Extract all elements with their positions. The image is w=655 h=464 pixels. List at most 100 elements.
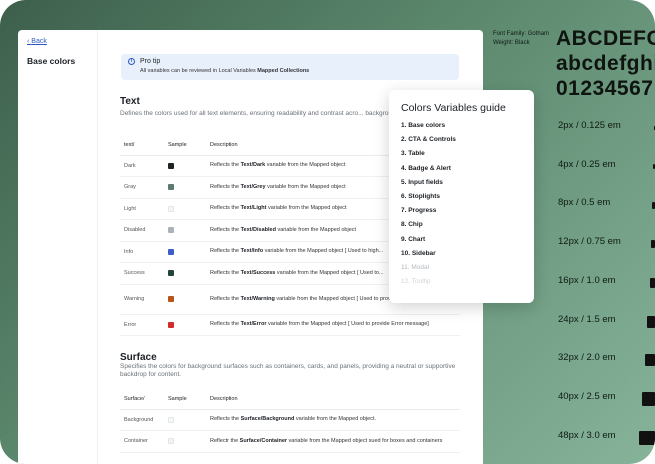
type-scale-label: 2px / 0.125 em — [558, 120, 621, 131]
font-family-value: Gotham — [527, 31, 550, 37]
type-scale-label: 32px / 2.0 em — [558, 352, 616, 364]
guide-item[interactable]: 1. Base colors — [401, 122, 456, 136]
color-name: Success — [120, 262, 164, 285]
sample-cell — [164, 155, 206, 177]
type-scale-row: 48px / 3.0 em — [558, 428, 655, 445]
document-sidebar: ‹ Back Base colors — [18, 30, 98, 464]
description-prefix: Reflects the — [210, 295, 241, 302]
table-row: Background Reflects the Surface/Backgroun… — [120, 409, 460, 431]
color-description: Reflects the Text/Error variable from th… — [206, 314, 460, 336]
sample-cell — [164, 409, 206, 431]
color-name: Container — [120, 430, 164, 453]
color-name: Disabled — [120, 219, 164, 242]
variable-name: Text/Warning — [240, 295, 275, 302]
colors-variables-guide: Colors Variables guide 1. Base colors 2. … — [389, 90, 534, 303]
font-weight-value: Black — [514, 40, 530, 46]
color-swatch — [168, 248, 174, 255]
color-name: Info — [120, 241, 164, 263]
guide-item[interactable]: 8. Chip — [401, 221, 456, 235]
sample-cell — [164, 176, 206, 199]
guide-item[interactable]: 5. Input fields — [401, 179, 456, 193]
description-prefix: Reflects the — [210, 162, 241, 169]
font-weight-label: Weight: — [493, 40, 514, 46]
column-header-name: text/ — [120, 136, 164, 156]
type-scale-row: 24px / 1.5 em — [558, 312, 655, 328]
color-swatch — [168, 416, 174, 423]
table-row: Container Reflectr the Surface/Container … — [120, 430, 460, 453]
variable-name: Text/Disabled — [240, 226, 276, 233]
description-prefix: Reflectr the — [210, 437, 240, 444]
description-suffix: variable from the Mapped object — [265, 183, 346, 190]
color-swatch — [168, 184, 174, 191]
color-name: Dark — [120, 155, 164, 177]
color-name: Gray — [120, 176, 164, 199]
description-prefix: Reflects the — [210, 183, 241, 190]
guide-item[interactable]: 2. CTA & Controls — [401, 136, 456, 150]
variable-name: Text/Dark — [240, 162, 266, 169]
guide-title: Colors Variables guide — [401, 102, 506, 114]
guide-item[interactable]: 4. Badge & Alert — [401, 165, 456, 179]
description-suffix: variable from the Mapped object sued for… — [287, 437, 443, 444]
color-name: Light — [120, 198, 164, 220]
description-prefix: Reflects the — [210, 248, 241, 255]
glyphs-uppercase: ABCDEFG — [556, 27, 655, 50]
glyph-specimen: ABCDEFG abcdefghi 01234567 — [556, 26, 655, 101]
column-header-description: Description — [206, 390, 460, 410]
pro-tip-text-prefix: All variables can be reviewed in Local V… — [140, 68, 258, 74]
type-scale-bar — [647, 315, 655, 328]
guide-fade-overlay — [389, 269, 534, 303]
type-scale-label: 48px / 3.0 em — [558, 429, 616, 441]
variable-name: Text/Info — [240, 248, 264, 255]
type-scale-row: 32px / 2.0 em — [558, 350, 655, 367]
surface-colors-table: Surface/ Sample Description Background Re… — [120, 390, 460, 453]
table-header-row: Surface/ Sample Description — [120, 390, 460, 410]
workspace-backdrop: Font Family: Gotham Weight: Black ABCDEF… — [0, 0, 655, 464]
variable-name: Surface/Background — [240, 416, 295, 423]
color-swatch — [168, 270, 174, 277]
type-scale-row: 40px / 2.5 em — [558, 389, 655, 406]
guide-item[interactable]: 10. Sidebar — [401, 250, 456, 264]
sample-cell — [164, 219, 206, 242]
type-scale-bar — [639, 430, 655, 445]
sample-cell — [164, 314, 206, 336]
glyphs-numerals: 01234567 — [556, 77, 654, 100]
color-name: Background — [120, 409, 164, 431]
color-description: Reflects the Surface/Background variable… — [206, 409, 460, 431]
pro-tip-title: Pro tip — [140, 58, 161, 65]
guide-item[interactable]: 6. Stoplights — [401, 193, 456, 207]
color-swatch — [168, 321, 174, 328]
type-scale-bar — [650, 277, 655, 288]
guide-item[interactable]: 3. Table — [401, 150, 456, 164]
type-scale-label: 12px / 0.75 em — [558, 236, 621, 248]
description-suffix: variable from the Mapped object. — [294, 416, 377, 423]
back-link[interactable]: ‹ Back — [27, 38, 47, 45]
text-section-title: Text — [120, 96, 140, 107]
column-header-sample: Sample — [164, 136, 206, 156]
info-icon: i — [128, 58, 135, 65]
sample-cell — [164, 430, 206, 453]
surface-section-description: Specifies the colors for background surf… — [120, 363, 456, 378]
type-scale-bar — [645, 354, 655, 367]
description-prefix: Reflects the — [210, 416, 241, 423]
column-header-name: Surface/ — [120, 390, 164, 410]
color-swatch — [168, 162, 174, 169]
type-scale-label: 8px / 0.5 em — [558, 197, 611, 209]
description-suffix: variable from the Mapped object [ Used t… — [275, 269, 384, 276]
color-description: Reflectr the Surface/Container variable … — [206, 430, 460, 453]
pro-tip-text-bold: Mapped Collections — [257, 68, 310, 74]
type-scale-bar — [642, 391, 655, 406]
pro-tip-callout: i Pro tip All variables can be reviewed … — [121, 54, 459, 80]
type-scale-label: 4px / 0.25 em — [558, 158, 616, 170]
variable-name: Text/Grey — [240, 183, 266, 190]
description-suffix: variable from the Mapped object — [275, 226, 357, 233]
guide-item[interactable]: 9. Chart — [401, 236, 456, 250]
color-swatch — [168, 438, 174, 445]
variable-name: Surface/Container — [239, 437, 288, 444]
guide-item[interactable]: 7. Progress — [401, 207, 456, 221]
sample-cell — [164, 241, 206, 263]
sample-cell — [164, 262, 206, 285]
description-suffix: variable from the Mapped object — [266, 205, 347, 212]
table-row: Error Reflects the Text/Error variable fr… — [120, 314, 460, 336]
sample-cell — [164, 284, 206, 315]
type-scale-row: 8px / 0.5 em — [558, 195, 655, 211]
